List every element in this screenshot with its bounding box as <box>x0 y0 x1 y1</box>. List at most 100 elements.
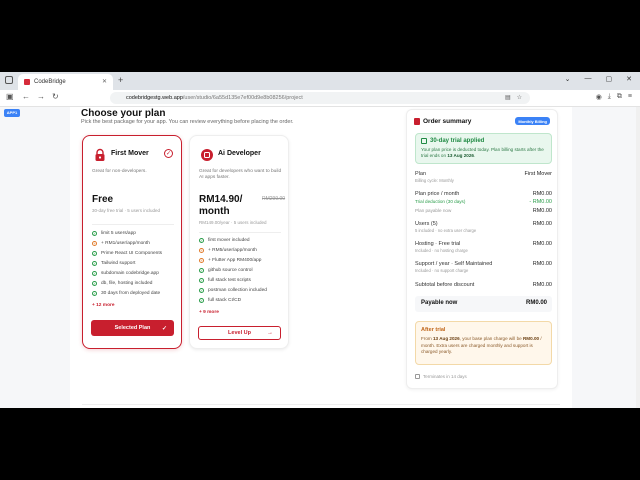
reload-icon[interactable]: ↻ <box>52 92 59 101</box>
feature-item: ✓ subdomain codebridge.app <box>92 271 159 276</box>
menu-icon[interactable]: ≡ <box>628 93 632 101</box>
check-icon: ✓ <box>199 268 204 273</box>
feature-item: ✓ 30 days from deployed date <box>92 291 161 296</box>
forward-icon[interactable]: → <box>37 92 45 101</box>
feature-item: ✓ Prime React UI Components <box>92 251 163 256</box>
address-bar[interactable]: codebridgestg.web.app /user/studio/6a55d… <box>110 92 530 104</box>
more-features-link[interactable]: + 12 more <box>92 303 115 308</box>
browser-window: CodeBridge ✕ + ⌄ — ▢ ✕ ▣ ← → ↻ codebridg… <box>0 72 640 408</box>
chevron-down-icon[interactable]: ⌄ <box>565 75 571 83</box>
tab-menu-icon[interactable] <box>5 76 13 84</box>
plan-card-ai-developer[interactable]: Ai Developer Great for developers who wa… <box>189 135 289 349</box>
sidebar-icon[interactable]: ▣ <box>6 92 14 101</box>
ai-chip-icon <box>201 149 213 161</box>
new-tab-icon[interactable]: + <box>118 75 123 85</box>
check-icon: ✓ <box>92 251 97 256</box>
after-trial-notice: After trial From 13 Aug 2026, your base … <box>415 321 552 365</box>
calendar-icon <box>415 374 420 379</box>
feature-item: ✓ Tailwind support <box>92 261 136 266</box>
check-icon: ✓ <box>92 261 97 266</box>
page-subtitle: Pick the best package for your app. You … <box>81 119 294 125</box>
feature-item: ✓ limit 5 users/app <box>92 231 136 236</box>
trial-title: 30-day trial applied <box>430 138 485 144</box>
plan-description: Great for developers who want to build A… <box>199 169 282 180</box>
plan-note: 30-day free trial · 5 users included <box>92 208 161 213</box>
selected-check-icon: ✓ <box>164 149 173 158</box>
feature-item: ✓ github source control <box>199 268 253 273</box>
page-title: Choose your plan <box>81 108 166 119</box>
feature-item: + + RM1/user/app/month <box>92 241 150 246</box>
level-up-button[interactable]: Level Up → <box>198 326 281 340</box>
check-icon: ✓ <box>199 298 204 303</box>
plan-price: Free <box>92 194 114 205</box>
check-icon: ✓ <box>92 291 97 296</box>
summary-title: Order summary <box>423 118 472 125</box>
close-tab-icon[interactable]: ✕ <box>102 78 107 85</box>
codebridge-logo-icon <box>414 118 420 125</box>
url-host: codebridgestg.web.app <box>126 95 183 101</box>
payable-now: Payable now RM0.00 <box>415 296 552 312</box>
reader-icon[interactable]: ▤ <box>505 94 511 101</box>
plan-name: First Mover <box>111 150 149 157</box>
codebridge-favicon-icon <box>24 79 30 85</box>
after-trial-description: From 13 Aug 2026, your base plan charge … <box>421 336 542 354</box>
browser-toolbar: ▣ ← → ↻ codebridgestg.web.app /user/stud… <box>0 90 640 107</box>
plus-icon: + <box>199 248 204 253</box>
url-path: /user/studio/6a55d135e7ef00d9e8b08256/pr… <box>182 95 303 101</box>
plan-page: Choose your plan Pick the best package f… <box>70 107 572 408</box>
trial-banner: 30-day trial applied Your plan price is … <box>415 133 552 164</box>
browser-tab[interactable]: CodeBridge ✕ <box>18 74 113 90</box>
arrow-right-icon: → <box>267 330 273 336</box>
divider <box>92 224 174 225</box>
feature-item: ✓ full stack CI/CD <box>199 298 242 303</box>
address-bar-icons: ▤ ☆ <box>505 94 522 101</box>
minimize-icon[interactable]: — <box>585 75 592 83</box>
tab-title: CodeBridge <box>34 79 66 85</box>
app-badge[interactable]: APP1 <box>4 109 20 117</box>
check-icon: ✓ <box>199 288 204 293</box>
terminates-note: Terminates in 14 days <box>415 374 467 379</box>
back-icon[interactable]: ← <box>22 92 30 101</box>
account-icon[interactable]: ◉ <box>596 93 602 101</box>
window-controls: ⌄ — ▢ ✕ <box>565 75 632 83</box>
calendar-icon <box>421 138 427 144</box>
maximize-icon[interactable]: ▢ <box>606 75 613 83</box>
divider <box>199 232 281 233</box>
tab-bar: CodeBridge ✕ + ⌄ — ▢ ✕ <box>0 72 640 90</box>
check-icon: ✓ <box>199 238 204 243</box>
check-icon: ✓ <box>161 325 167 332</box>
check-icon: ✓ <box>92 271 97 276</box>
toolbar-right-icons: ◉ ⤓ ⧉ ≡ <box>596 93 632 101</box>
plus-icon: + <box>92 241 97 246</box>
trial-description: Your plan price is deducted today. Plan … <box>421 147 544 158</box>
downloads-icon[interactable]: ⤓ <box>608 93 611 101</box>
feature-item: + + RM5/user/app/month <box>199 248 257 253</box>
divider <box>82 404 560 405</box>
plan-note: RM149.00/year · 5 users included <box>199 220 267 225</box>
extensions-icon[interactable]: ⧉ <box>617 93 622 101</box>
feature-item: ✓ db, file, hosting included <box>92 281 153 286</box>
check-icon: ✓ <box>199 278 204 283</box>
feature-item: ✓ postman collection included <box>199 288 267 293</box>
plan-price: RM14.90/ month <box>199 194 243 217</box>
feature-item: ✓ full stack test scripts <box>199 278 251 283</box>
button-label: Selected Plan <box>114 325 151 331</box>
plan-description: Great for non-developers. <box>92 169 147 174</box>
bookmark-star-icon[interactable]: ☆ <box>517 94 522 101</box>
more-features-link[interactable]: + 9 more <box>199 310 219 315</box>
order-summary: Order summary Monthly Billing 30-day tri… <box>406 109 558 389</box>
plan-name: Ai Developer <box>218 150 261 157</box>
feature-item: + + Flutter App RM400/app <box>199 258 262 263</box>
billing-badge: Monthly Billing <box>515 117 550 125</box>
after-trial-title: After trial <box>421 327 446 333</box>
original-price: RM299.00 <box>262 196 286 202</box>
feature-item: ✓ first mover included <box>199 238 250 243</box>
page-scrollbar[interactable] <box>636 107 640 408</box>
selected-plan-button[interactable]: Selected Plan ✓ <box>91 320 174 336</box>
lock-icon <box>95 148 105 161</box>
button-label: Level Up <box>228 330 251 336</box>
close-window-icon[interactable]: ✕ <box>626 75 632 83</box>
check-icon: ✓ <box>92 281 97 286</box>
check-icon: ✓ <box>92 231 97 236</box>
plan-card-first-mover[interactable]: First Mover ✓ Great for non-developers. … <box>82 135 182 349</box>
